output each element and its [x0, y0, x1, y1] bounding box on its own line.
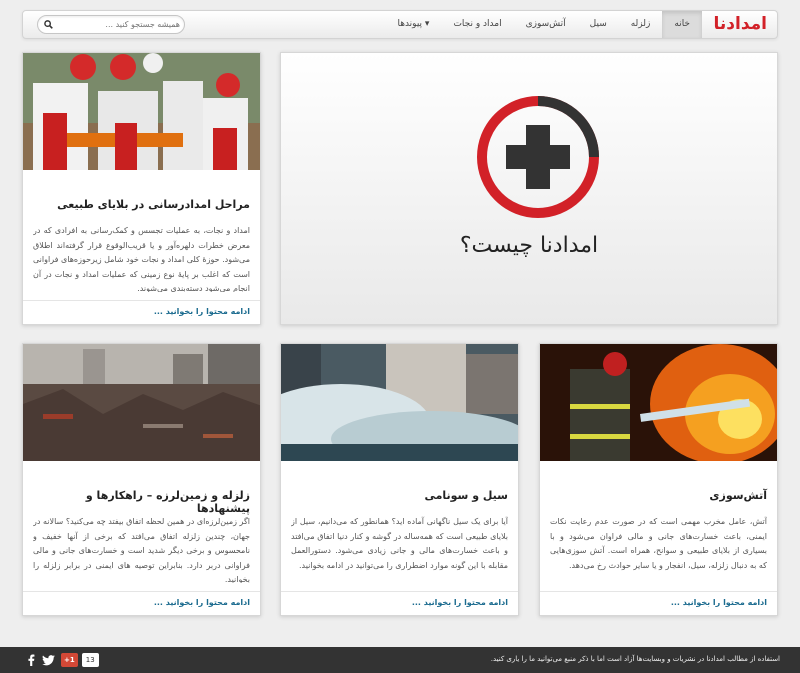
- social-links: +1 13: [26, 653, 99, 667]
- twitter-icon[interactable]: [42, 654, 55, 666]
- facebook-icon[interactable]: [26, 654, 36, 666]
- footer: +1 13 استفاده از مطالب امدادنا در نشریات…: [0, 647, 800, 673]
- google-plus-count: 13: [81, 653, 99, 667]
- nav-fire[interactable]: آتش‌سوزی: [514, 11, 578, 38]
- article-card-earthquake: زلزله و زمین‌لرزه – راهکارها و پیشنهادها…: [22, 343, 261, 616]
- search-box: [37, 15, 185, 34]
- search-input[interactable]: [58, 16, 180, 33]
- rescue-team-image: [23, 53, 260, 170]
- nav-flood[interactable]: سیل: [578, 11, 619, 38]
- divider: [540, 591, 777, 592]
- article-card-flood: سیل و سونامی آیا برای یک سیل ناگهانی آما…: [280, 343, 519, 616]
- earthquake-rubble-image: [23, 344, 260, 461]
- article-card-rescue: مراحل امدادرسانی در بلایای طبیعی امداد و…: [22, 52, 261, 325]
- emdadna-logo-icon: [477, 96, 599, 218]
- card-title[interactable]: آتش‌سوزی: [550, 489, 767, 502]
- card-excerpt: اگر زمین‌لرزه‌ای در همین لحظه اتفاق بیفت…: [33, 517, 250, 583]
- nav-links-dropdown[interactable]: پیوندها ▾: [385, 11, 441, 38]
- tsunami-image: [281, 344, 518, 461]
- nav-rescue[interactable]: امداد و نجات: [441, 11, 513, 38]
- card-title[interactable]: مراحل امدادرسانی در بلایای طبیعی: [33, 198, 250, 211]
- nav-home[interactable]: خانه: [662, 11, 702, 38]
- search-icon[interactable]: [44, 20, 53, 29]
- article-card-fire: آتش‌سوزی آتش، عامل مخرب مهمی است که در ص…: [539, 343, 778, 616]
- read-more-link[interactable]: ادامه محتوا را بخوانید ...: [671, 598, 767, 607]
- card-title[interactable]: زلزله و زمین‌لرزه – راهکارها و پیشنهادها: [33, 489, 250, 515]
- brand-logo[interactable]: امدادنا: [714, 11, 768, 38]
- read-more-link[interactable]: ادامه محتوا را بخوانید ...: [412, 598, 508, 607]
- nav-earthquake[interactable]: زلزله: [619, 11, 663, 38]
- card-excerpt: آتش، عامل مخرب مهمی است که در صورت عدم ر…: [550, 517, 767, 570]
- top-navbar: امدادنا خانه زلزله سیل آتش‌سوزی امداد و …: [22, 10, 778, 39]
- google-plus-button[interactable]: +1 13: [61, 653, 99, 667]
- firefighter-image: [540, 344, 777, 461]
- divider: [281, 591, 518, 592]
- hero-title: امدادنا چیست؟: [459, 233, 599, 258]
- card-title[interactable]: سیل و سونامی: [291, 489, 508, 502]
- divider: [23, 591, 260, 592]
- footer-copyright: استفاده از مطالب امدادنا در نشریات و وبس…: [490, 655, 780, 663]
- hero-panel: امدادنا چیست؟: [280, 52, 778, 325]
- main-nav: خانه زلزله سیل آتش‌سوزی امداد و نجات پیو…: [385, 11, 702, 38]
- card-excerpt: امداد و نجات، به عملیات تجسس و کمک‌رسانی…: [33, 226, 250, 292]
- card-excerpt: آیا برای یک سیل ناگهانی آماده اید؟ همانط…: [291, 517, 508, 570]
- divider: [23, 300, 260, 301]
- read-more-link[interactable]: ادامه محتوا را بخوانید ...: [154, 598, 250, 607]
- read-more-link[interactable]: ادامه محتوا را بخوانید ...: [154, 307, 250, 316]
- google-plus-icon: +1: [61, 653, 78, 667]
